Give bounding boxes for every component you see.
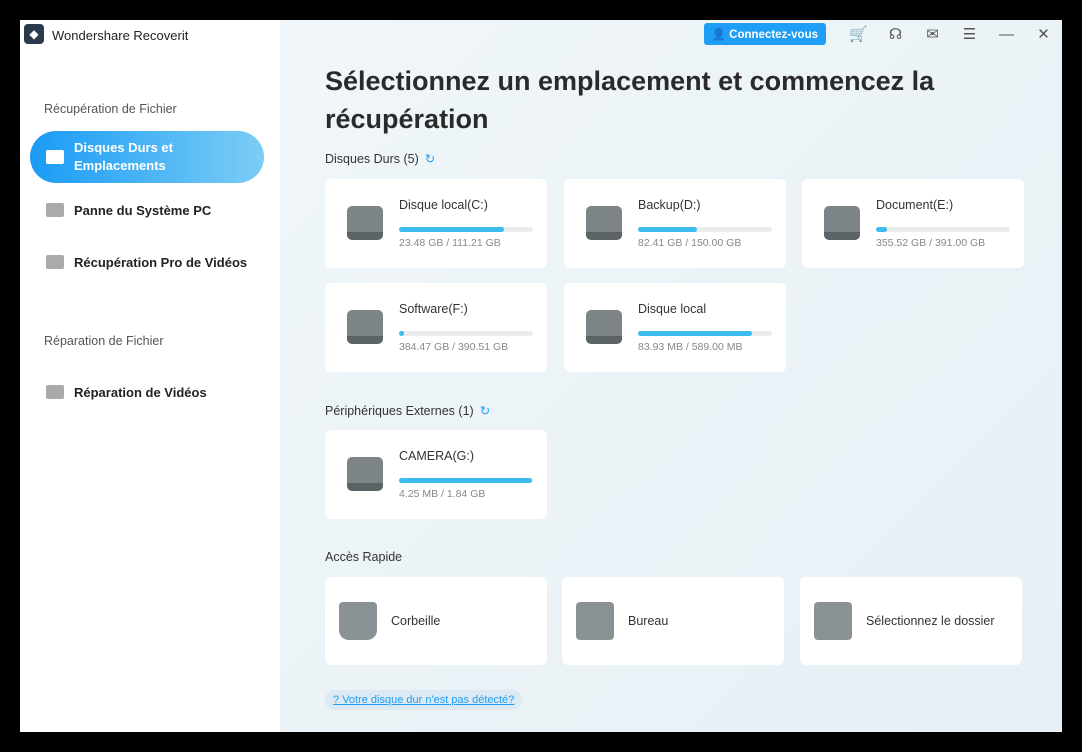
monitor-icon <box>46 203 64 217</box>
drive-card[interactable]: Disque local(C:) 23.48 GB / 111.21 GB <box>325 179 547 268</box>
page-title: Sélectionnez un emplacement et commencez… <box>325 66 935 134</box>
minimize-icon[interactable]: — <box>988 26 1025 43</box>
drive-size: 4.25 MB / 1.84 GB <box>399 488 486 500</box>
video-repair-icon <box>46 385 64 399</box>
usage-bar <box>638 227 772 232</box>
drive-icon <box>46 150 64 164</box>
quick-access-heading: Accès Rapide <box>325 550 403 564</box>
sidebar-item-video-repair[interactable]: Réparation de Vidéos <box>30 366 264 418</box>
sidebar: ◆ Wondershare Recoverit Récupération de … <box>20 20 280 732</box>
drive-size: 23.48 GB / 111.21 GB <box>399 237 501 249</box>
section-file-repair: Réparation de Fichier <box>44 334 164 348</box>
usage-fill <box>399 478 532 483</box>
mail-icon[interactable]: ✉ <box>914 25 951 43</box>
sidebar-item-system-crash[interactable]: Panne du Système PC <box>30 184 264 236</box>
hard-drive-icon <box>347 310 383 344</box>
app-title: Wondershare Recoverit <box>52 28 189 43</box>
drive-name: Software(F:) <box>399 302 468 316</box>
usage-bar <box>876 227 1010 232</box>
hard-drive-icon <box>347 206 383 240</box>
support-headset-icon[interactable]: ☊ <box>877 25 914 43</box>
usage-bar <box>399 478 533 483</box>
section-file-recovery: Récupération de Fichier <box>44 102 177 116</box>
quick-recycle-bin[interactable]: Corbeille <box>325 577 547 665</box>
quick-select-folder[interactable]: Sélectionnez le dossier <box>800 577 1022 665</box>
refresh-icon[interactable]: ↻ <box>425 152 435 166</box>
sidebar-item-video-recovery[interactable]: Récupération Pro de Vidéos <box>30 236 264 288</box>
title-bar: 👤 Connectez-vous 🛒 ☊ ✉ ☰ — ✕ <box>703 20 1062 48</box>
hard-drive-icon <box>347 457 383 491</box>
external-devices-heading: Périphériques Externes (1) ↻ <box>325 404 491 418</box>
usage-fill <box>638 331 752 336</box>
refresh-icon[interactable]: ↻ <box>480 404 490 418</box>
drive-name: CAMERA(G:) <box>399 449 474 463</box>
menu-icon[interactable]: ☰ <box>951 25 988 43</box>
usage-bar <box>638 331 772 336</box>
usage-fill <box>399 331 405 336</box>
hard-drive-icon <box>824 206 860 240</box>
recycle-bin-icon <box>339 602 377 640</box>
close-icon[interactable]: ✕ <box>1025 25 1062 43</box>
usage-fill <box>399 227 504 232</box>
app-logo-icon: ◆ <box>24 24 44 44</box>
quick-desktop[interactable]: Bureau <box>562 577 784 665</box>
hard-drives-heading: Disques Durs (5) ↻ <box>325 152 436 166</box>
hard-drive-icon <box>586 206 622 240</box>
folder-icon <box>814 602 852 640</box>
cart-icon[interactable]: 🛒 <box>840 25 877 43</box>
drive-name: Disque local(C:) <box>399 198 488 212</box>
hard-drive-icon <box>586 310 622 344</box>
drive-size: 82.41 GB / 150.00 GB <box>638 237 742 249</box>
external-drive-card[interactable]: CAMERA(G:) 4.25 MB / 1.84 GB <box>325 430 547 519</box>
drive-name: Disque local <box>638 302 707 316</box>
drive-card[interactable]: Backup(D:) 82.41 GB / 150.00 GB <box>564 179 786 268</box>
drive-size: 355.52 GB / 391.00 GB <box>876 237 986 249</box>
drive-card[interactable]: Document(E:) 355.52 GB / 391.00 GB <box>802 179 1024 268</box>
app-window: ◆ Wondershare Recoverit Récupération de … <box>20 20 1062 732</box>
usage-bar <box>399 331 533 336</box>
sidebar-item-hard-drives[interactable]: Disques Durs et Emplacements <box>30 131 264 183</box>
usage-bar <box>399 227 533 232</box>
desktop-icon <box>576 602 614 640</box>
drive-name: Document(E:) <box>876 198 954 212</box>
drive-not-detected-link[interactable]: ? Votre disque dur n'est pas détecté? <box>325 690 523 710</box>
drive-card[interactable]: Software(F:) 384.47 GB / 390.51 GB <box>325 283 547 372</box>
video-camera-icon <box>46 255 64 269</box>
drive-size: 83.93 MB / 589.00 MB <box>638 341 743 353</box>
usage-fill <box>638 227 697 232</box>
drive-card[interactable]: Disque local 83.93 MB / 589.00 MB <box>564 283 786 372</box>
drive-size: 384.47 GB / 390.51 GB <box>399 341 509 353</box>
drive-name: Backup(D:) <box>638 198 701 212</box>
login-button[interactable]: 👤 Connectez-vous <box>703 23 826 45</box>
main-content: 👤 Connectez-vous 🛒 ☊ ✉ ☰ — ✕ Sélectionne… <box>280 20 1062 732</box>
usage-fill <box>876 227 887 232</box>
